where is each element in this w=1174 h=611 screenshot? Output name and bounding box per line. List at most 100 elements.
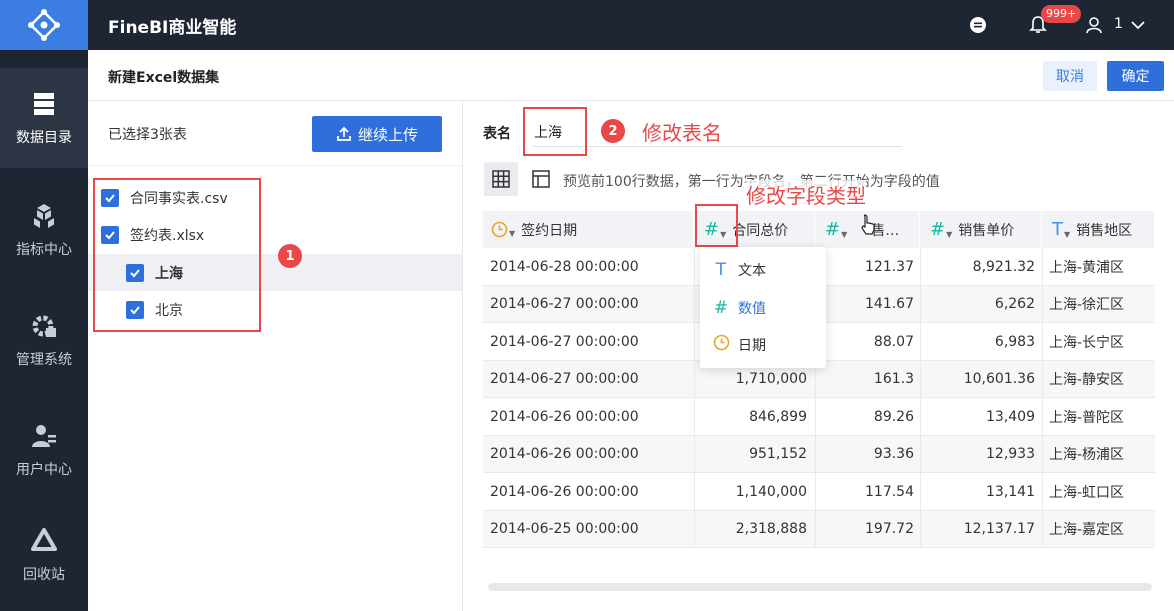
table-cell: 2014-06-27 00:00:00 [490, 333, 639, 350]
table-cell: 6,983 [994, 333, 1035, 350]
table-cell: 2014-06-25 00:00:00 [490, 521, 639, 537]
table-row: 2014-06-26 00:00:00 951,152 93.36 12,933… [483, 435, 1155, 473]
table-row: 2014-06-26 00:00:00 846,899 89.26 13,409… [483, 398, 1155, 436]
mouse-cursor-icon [859, 213, 877, 239]
column-header[interactable]: ▼ 签约日期 [483, 211, 694, 248]
rail-item-label: 回收站 [23, 567, 65, 583]
table-cell: 2,318,888 [735, 521, 807, 537]
column-header[interactable]: T ▼ 销售地区 [1042, 211, 1155, 248]
app-logo[interactable] [0, 0, 88, 50]
column-header[interactable]: # ▼ 销售单价 [920, 211, 1042, 248]
type-option-label: 文本 [738, 262, 766, 279]
field-type-dropdown: T 文本 # 数值 日期 [700, 247, 826, 368]
table-row: 2014-06-26 00:00:00 1,140,000 117.54 13,… [483, 473, 1155, 511]
date-icon [710, 334, 732, 356]
annotation-box-name [523, 107, 587, 156]
selected-count: 已选择3张表 [108, 127, 187, 143]
text-icon[interactable]: T ▼ [1052, 220, 1070, 239]
rail-item-user-center[interactable]: 用户中心 [0, 400, 88, 500]
sub-header: 新建Excel数据集 取消 确定 [88, 50, 1174, 101]
annotation-box-files [93, 178, 261, 332]
column-divider [920, 248, 921, 548]
table-name-label: 表名 [483, 126, 511, 142]
table-cell: 上海-徐汇区 [1049, 297, 1125, 313]
table-cell: 141.67 [865, 296, 914, 312]
table-cell: 89.26 [873, 408, 914, 425]
table-cell: 2014-06-28 00:00:00 [490, 258, 639, 275]
type-option-number[interactable]: # 数值 [700, 289, 826, 326]
table-cell: 2014-06-26 00:00:00 [490, 446, 639, 462]
number-icon[interactable]: # ▼ [930, 220, 952, 239]
date-icon[interactable]: ▼ [491, 221, 515, 238]
rail-item-label: 指标中心 [16, 242, 72, 258]
recycle-icon [31, 528, 57, 551]
continue-upload-button[interactable]: 继续上传 [312, 116, 442, 152]
annotation-change-field-type: 修改字段类型 [746, 180, 866, 209]
table-cell: 117.54 [865, 483, 914, 500]
app-window: 数据目录 指标中心 管理系统 用户中心 回收站 FineBI商业智能 999+ … [0, 0, 1174, 611]
logo-icon [28, 9, 60, 41]
table-cell: 上海-虹口区 [1049, 484, 1125, 501]
layout-view-button[interactable] [524, 162, 558, 196]
annotation-rename-table: 修改表名 [642, 121, 722, 145]
chevron-down-icon[interactable] [1125, 12, 1151, 38]
cancel-button[interactable]: 取消 [1043, 61, 1097, 91]
number-icon[interactable]: # ▼ [825, 220, 847, 239]
type-option-date[interactable]: 日期 [700, 326, 826, 363]
table-cell: 1,140,000 [735, 483, 807, 500]
column-divider [1042, 248, 1043, 548]
top-bar: FineBI商业智能 999+ 1 [88, 0, 1174, 50]
notification-badge: 999+ [1041, 5, 1082, 23]
column-divider [694, 248, 695, 548]
annotation-step-2: 2 [601, 119, 625, 143]
table-cell: 13,141 [986, 483, 1035, 500]
table-row: 2014-06-25 00:00:00 2,318,888 197.72 12,… [483, 510, 1155, 548]
grid-view-button[interactable] [484, 162, 518, 196]
table-cell: 2014-06-26 00:00:00 [490, 408, 639, 425]
page-title: 新建Excel数据集 [108, 70, 220, 86]
table-cell: 2014-06-27 00:00:00 [490, 371, 639, 387]
minus-circle-icon[interactable] [965, 12, 991, 38]
left-rail: 数据目录 指标中心 管理系统 用户中心 回收站 [0, 0, 88, 611]
user-icon [32, 425, 56, 447]
table-cell: 846,899 [749, 408, 807, 425]
rail-item-data-catalog[interactable]: 数据目录 [0, 68, 88, 168]
upload-label: 继续上传 [357, 125, 418, 144]
rail-item-label: 管理系统 [16, 352, 72, 368]
horizontal-scrollbar[interactable] [488, 583, 1152, 591]
divider [88, 165, 462, 166]
table-cell: 上海-静安区 [1049, 372, 1125, 388]
upload-icon [337, 126, 351, 141]
column-label: 销售地区 [1076, 222, 1133, 239]
table-cell: 12,933 [986, 446, 1035, 462]
table-cell: 2014-06-26 00:00:00 [490, 483, 639, 500]
column-label: 合同总价 [732, 222, 789, 239]
table-cell: 93.36 [873, 446, 914, 462]
rail-item-metrics-center[interactable]: 指标中心 [0, 180, 88, 280]
rail-item-management[interactable]: 管理系统 [0, 290, 88, 390]
table-header: ▼ 签约日期 # ▼ 合同总价 # ▼ 售… # ▼ 销售单价 T ▼ 销售地区 [483, 211, 1155, 248]
table-cell: 951,152 [749, 446, 807, 462]
annotation-step-1: 1 [278, 244, 302, 268]
table-cell: 8,921.32 [972, 258, 1035, 275]
type-option-label: 日期 [738, 337, 766, 354]
table-cell: 10,601.36 [963, 371, 1035, 387]
table-cell: 197.72 [865, 521, 914, 537]
cubes-icon [34, 204, 54, 228]
gear-icon [32, 315, 56, 337]
column-label: 签约日期 [521, 222, 578, 239]
type-option-label: 数值 [738, 300, 766, 317]
user-number: 1 [1114, 16, 1123, 32]
table-cell: 13,409 [986, 408, 1035, 425]
confirm-button[interactable]: 确定 [1107, 61, 1164, 91]
rail-item-recycle-bin[interactable]: 回收站 [0, 505, 88, 605]
table-cell: 上海-普陀区 [1049, 409, 1125, 426]
number-icon: # [713, 297, 729, 318]
type-option-text[interactable]: T 文本 [700, 251, 826, 288]
table-cell: 6,262 [994, 296, 1035, 312]
table-cell: 上海-嘉定区 [1049, 522, 1125, 538]
column-label: 销售单价 [958, 222, 1015, 239]
user-avatar-icon[interactable] [1081, 12, 1107, 38]
rail-item-label: 数据目录 [16, 130, 72, 146]
table-cell: 上海-杨浦区 [1049, 447, 1125, 463]
